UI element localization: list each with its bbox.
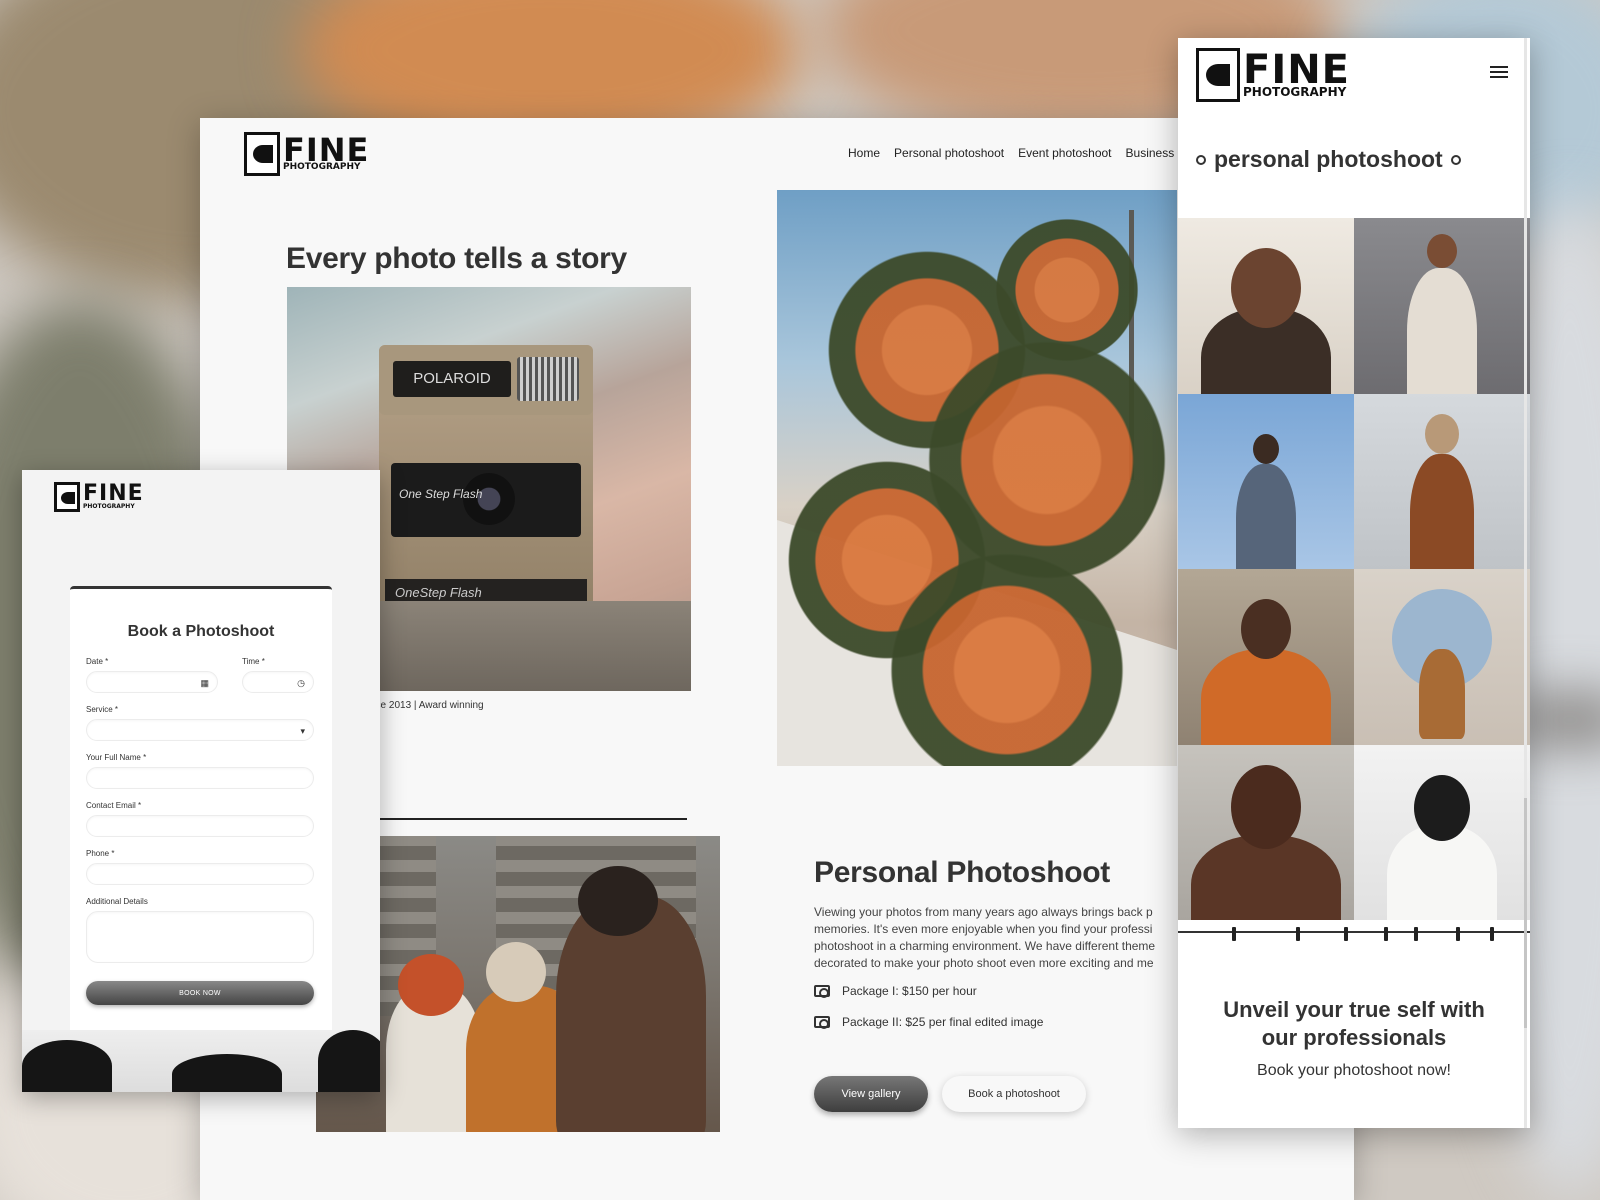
gallery-item[interactable] <box>1178 218 1354 394</box>
logo[interactable]: FINE PHOTOGRAPHY <box>1196 48 1350 102</box>
name-label: Your Full Name * <box>86 753 147 762</box>
page-heading: personal photoshoot <box>1196 146 1461 173</box>
section-description: Viewing your photos from many years ago … <box>814 904 1174 974</box>
gallery-item[interactable] <box>1178 744 1354 920</box>
logo-name: FINE <box>283 130 370 169</box>
book-photoshoot-button[interactable]: Book a photoshoot <box>942 1076 1086 1112</box>
booking-form-preview: FINE PHOTOGRAPHY Book a Photoshoot Date … <box>22 470 380 1092</box>
phone-field[interactable] <box>86 863 314 885</box>
nav-item-home[interactable]: Home <box>848 146 880 160</box>
mobile-preview: FINE PHOTOGRAPHY personal photoshoot Unv… <box>1178 38 1530 1128</box>
package-label: Package II: $25 per final edited image <box>842 1015 1044 1029</box>
nav-item-personal[interactable]: Personal photoshoot <box>894 146 1004 160</box>
logo[interactable]: FINE PHOTOGRAPHY <box>244 132 369 176</box>
date-label: Date * <box>86 657 109 666</box>
camera-icon <box>814 1016 830 1029</box>
nav-item-event[interactable]: Event photoshoot <box>1018 146 1111 160</box>
details-label: Additional Details <box>86 897 148 906</box>
circle-icon <box>1450 154 1461 165</box>
logo-mark <box>54 482 80 512</box>
time-label: Time * <box>242 657 265 666</box>
nav-item-business[interactable]: Business p <box>1126 146 1185 160</box>
hero-title: Every photo tells a story <box>286 242 627 275</box>
name-field[interactable] <box>86 767 314 789</box>
phone-label: Phone * <box>86 849 115 858</box>
package-item: Package I: $150 per hour <box>814 984 977 998</box>
calendar-icon: ▦ <box>200 678 209 688</box>
clip-icon <box>1344 927 1348 941</box>
details-textarea[interactable] <box>86 911 314 963</box>
time-field[interactable]: ◷ <box>242 671 314 693</box>
scrollbar-thumb[interactable] <box>1524 798 1527 1028</box>
logo-mark <box>1196 48 1240 102</box>
package-item: Package II: $25 per final edited image <box>814 1015 1043 1029</box>
circle-icon <box>1196 154 1206 165</box>
cta-title: Unveil your true self with our professio… <box>1178 996 1530 1052</box>
cta-subtitle[interactable]: Book your photoshoot now! <box>1178 1062 1530 1080</box>
form-title: Book a Photoshoot <box>127 623 275 640</box>
booking-card: Book a Photoshoot Date * ▦ Time * ◷ Serv… <box>70 586 332 1034</box>
logo-mark <box>244 132 280 176</box>
scrollbar[interactable] <box>1524 38 1527 1128</box>
logo-tagline: PHOTOGRAPHY <box>283 161 361 172</box>
cta-title-line-2: our professionals <box>1261 1025 1447 1050</box>
hero-caption: nce 2013 | Award winning <box>370 700 484 711</box>
book-now-button[interactable]: BOOK NOW <box>86 981 314 1005</box>
date-field[interactable]: ▦ <box>86 671 218 693</box>
clip-icon <box>1414 927 1418 941</box>
hamburger-icon[interactable] <box>1490 66 1508 80</box>
gallery-item[interactable] <box>1354 569 1530 745</box>
gallery-item[interactable] <box>1178 393 1354 569</box>
polaroid-label: One Step Flash <box>399 487 483 501</box>
section-line-4: decorated to make your photo shoot even … <box>814 956 1154 970</box>
cta-title-line-1: Unveil your true self with <box>1223 997 1485 1022</box>
gallery-item[interactable] <box>1354 393 1530 569</box>
logo-name: FINE <box>83 481 144 507</box>
logo-name: FINE <box>1243 46 1351 93</box>
flower-photo <box>777 190 1177 766</box>
section-line-3: photoshoot in a charming environment. We… <box>814 939 1156 953</box>
gallery-item[interactable] <box>1178 569 1354 745</box>
section-line-1: Viewing your photos from many years ago … <box>814 905 1153 919</box>
polaroid-badge: POLAROID <box>393 361 511 397</box>
chevron-down-icon: ▾ <box>300 726 305 736</box>
hands-decoration <box>22 1030 380 1092</box>
package-label: Package I: $150 per hour <box>842 984 977 998</box>
page-heading-text: personal photoshoot <box>1214 146 1443 172</box>
view-gallery-button[interactable]: View gallery <box>814 1076 928 1112</box>
service-select[interactable]: ▾ <box>86 719 314 741</box>
clip-icon <box>1296 927 1300 941</box>
clip-icon <box>1490 927 1494 941</box>
service-label: Service * <box>86 705 119 714</box>
clothesline <box>1178 931 1530 933</box>
gallery-item[interactable] <box>1354 744 1530 920</box>
camera-icon <box>814 985 830 998</box>
email-label: Contact Email * <box>86 801 142 810</box>
section-title: Personal Photoshoot <box>814 856 1110 889</box>
gallery-item[interactable] <box>1354 218 1530 394</box>
logo[interactable]: FINE PHOTOGRAPHY <box>54 482 144 512</box>
clip-icon <box>1456 927 1460 941</box>
logo-tagline: PHOTOGRAPHY <box>1243 84 1347 99</box>
logo-tagline: PHOTOGRAPHY <box>83 502 135 510</box>
clip-icon <box>1384 927 1388 941</box>
email-field[interactable] <box>86 815 314 837</box>
section-line-2: memories. It's even more enjoyable when … <box>814 922 1153 936</box>
gallery-grid <box>1178 218 1530 920</box>
clock-icon: ◷ <box>297 678 305 688</box>
clip-icon <box>1232 927 1236 941</box>
main-nav: Home Personal photoshoot Event photoshoo… <box>848 146 1184 160</box>
